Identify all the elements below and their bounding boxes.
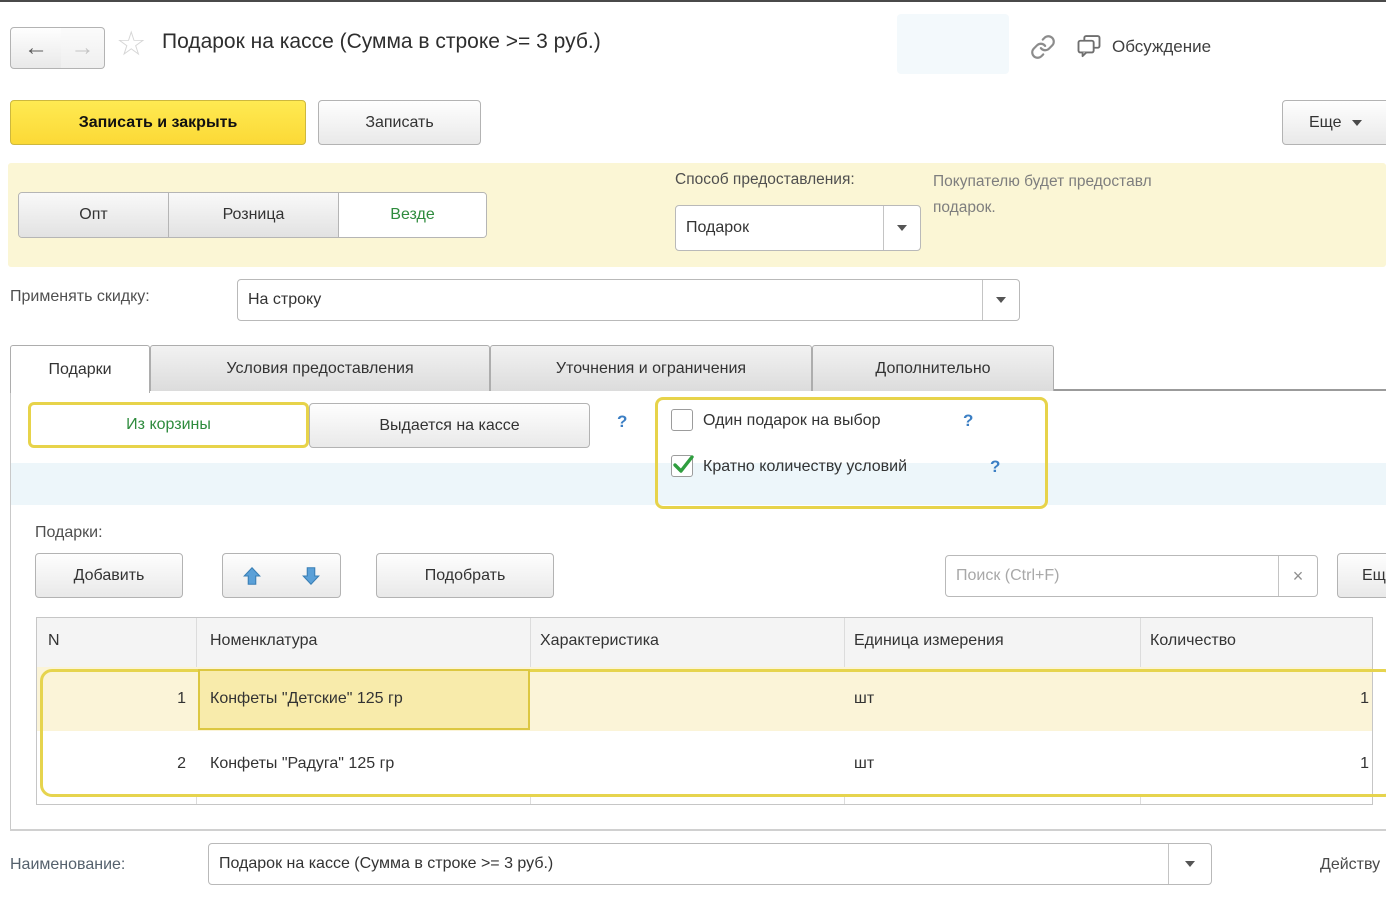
gift-discount-form: ← → ☆ Подарок на кассе (Сумма в строке >… xyxy=(0,0,1386,900)
move-up-button[interactable] xyxy=(222,553,282,598)
apply-discount-dropdown[interactable]: На строку xyxy=(237,279,1020,321)
cell-quantity[interactable]: 1 xyxy=(1150,755,1369,773)
close-icon: × xyxy=(1293,566,1304,587)
source-help-icon[interactable]: ? xyxy=(617,412,627,432)
scope-option-opt[interactable]: Опт xyxy=(19,193,169,237)
method-label: Способ предоставления: xyxy=(675,171,855,189)
scope-option-vezde[interactable]: Везде xyxy=(339,193,486,237)
name-dropdown-button[interactable] xyxy=(1168,844,1211,884)
cell-nomenclature[interactable]: Конфеты "Детские" 125 гр xyxy=(210,690,526,708)
tab-utochneniya[interactable]: Уточнения и ограничения xyxy=(490,345,812,391)
multiple-conditions-checkbox[interactable] xyxy=(671,455,693,477)
scope-option-roznitsa[interactable]: Розница xyxy=(169,193,339,237)
tab-usloviya[interactable]: Условия предоставления xyxy=(150,345,490,391)
cell-quantity[interactable]: 1 xyxy=(1150,690,1369,708)
source-from-cart-button[interactable]: Из корзины xyxy=(28,402,309,448)
name-value: Подарок на кассе (Сумма в строке >= 3 ру… xyxy=(209,855,1168,873)
tab-podarki[interactable]: Подарки xyxy=(10,345,150,393)
column-header-nomenclature: Номенклатура xyxy=(210,632,520,650)
method-value: Подарок xyxy=(676,219,883,237)
cell-nomenclature[interactable]: Конфеты "Радуга" 125 гр xyxy=(210,755,526,773)
forward-button[interactable]: → xyxy=(61,27,105,69)
back-arrow-icon: ← xyxy=(24,34,48,62)
column-header-unit: Единица измерения xyxy=(854,632,1134,650)
add-button[interactable]: Добавить xyxy=(35,553,183,598)
discussion-icon[interactable] xyxy=(1075,32,1103,65)
one-gift-checkbox[interactable] xyxy=(671,409,693,431)
save-button[interactable]: Записать xyxy=(318,100,481,145)
one-gift-help-icon[interactable]: ? xyxy=(963,411,973,431)
apply-discount-dropdown-button[interactable] xyxy=(982,280,1019,320)
chevron-down-icon xyxy=(996,297,1006,303)
scope-segmented-control: Опт Розница Везде xyxy=(18,192,487,238)
multiple-conditions-help-icon[interactable]: ? xyxy=(990,457,1000,477)
more-commands-button[interactable]: Еще xyxy=(1282,100,1386,145)
link-icon[interactable] xyxy=(1030,34,1056,65)
tab-content-bottom-border xyxy=(10,829,1386,831)
tab-dopolnitelno[interactable]: Дополнительно xyxy=(812,345,1054,391)
cell-n[interactable]: 1 xyxy=(46,690,186,708)
multiple-conditions-label[interactable]: Кратно количеству условий xyxy=(703,458,907,476)
search-field[interactable]: × xyxy=(945,555,1318,597)
scope-option-label: Опт xyxy=(79,206,107,224)
search-input[interactable] xyxy=(946,556,1278,596)
method-dropdown[interactable]: Подарок xyxy=(675,205,921,251)
favorite-star-icon[interactable]: ☆ xyxy=(116,24,146,64)
save-and-close-button[interactable]: Записать и закрыть xyxy=(10,100,306,145)
cell-unit[interactable]: шт xyxy=(854,690,1134,708)
table-more-label: Еще xyxy=(1362,567,1386,585)
apply-discount-value: На строку xyxy=(238,291,982,309)
scope-hint-line1: Покупателю будет предоставл xyxy=(933,173,1152,191)
apply-discount-label: Применять скидку: xyxy=(10,288,150,306)
status-partial-label: Действу xyxy=(1320,856,1380,874)
tab-label: Уточнения и ограничения xyxy=(556,360,746,378)
cell-n[interactable]: 2 xyxy=(46,755,186,773)
gifts-section-label: Подарки: xyxy=(35,524,103,542)
chevron-down-icon xyxy=(1352,120,1362,126)
name-field[interactable]: Подарок на кассе (Сумма в строке >= 3 ру… xyxy=(208,843,1212,885)
source-at-checkout-button[interactable]: Выдается на кассе xyxy=(309,403,590,448)
window-top-border xyxy=(0,0,1386,2)
discussion-label[interactable]: Обсуждение xyxy=(1112,37,1211,57)
cell-unit[interactable]: шт xyxy=(854,755,1134,773)
page-title: Подарок на кассе (Сумма в строке >= 3 ру… xyxy=(162,30,601,54)
more-commands-label: Еще xyxy=(1309,114,1342,132)
tab-label: Дополнительно xyxy=(875,360,990,378)
one-gift-label[interactable]: Один подарок на выбор xyxy=(703,412,880,430)
tab-content-left-border xyxy=(10,391,11,830)
chevron-down-icon xyxy=(1185,861,1195,867)
column-header-characteristic: Характеристика xyxy=(540,632,835,650)
pick-button[interactable]: Подобрать xyxy=(376,553,554,598)
checkmark-icon xyxy=(670,452,696,476)
scope-option-label: Везде xyxy=(390,206,434,224)
tab-label: Условия предоставления xyxy=(226,360,413,378)
table-more-button[interactable]: Еще xyxy=(1337,553,1386,598)
name-label: Наименование: xyxy=(10,856,125,874)
collab-highlight xyxy=(897,14,1009,74)
scope-hint-line2: подарок. xyxy=(933,199,996,217)
method-dropdown-button[interactable] xyxy=(883,206,920,250)
forward-arrow-icon: → xyxy=(71,34,95,62)
column-header-n: N xyxy=(48,632,188,650)
column-header-quantity: Количество xyxy=(1150,632,1365,650)
search-clear-button[interactable]: × xyxy=(1278,556,1317,596)
scope-option-label: Розница xyxy=(223,206,285,224)
chevron-down-icon xyxy=(897,225,907,231)
arrow-down-icon xyxy=(300,565,322,587)
back-button[interactable]: ← xyxy=(10,27,62,69)
tab-label: Подарки xyxy=(48,361,111,379)
move-down-button[interactable] xyxy=(281,553,341,598)
arrow-up-icon xyxy=(241,565,263,587)
